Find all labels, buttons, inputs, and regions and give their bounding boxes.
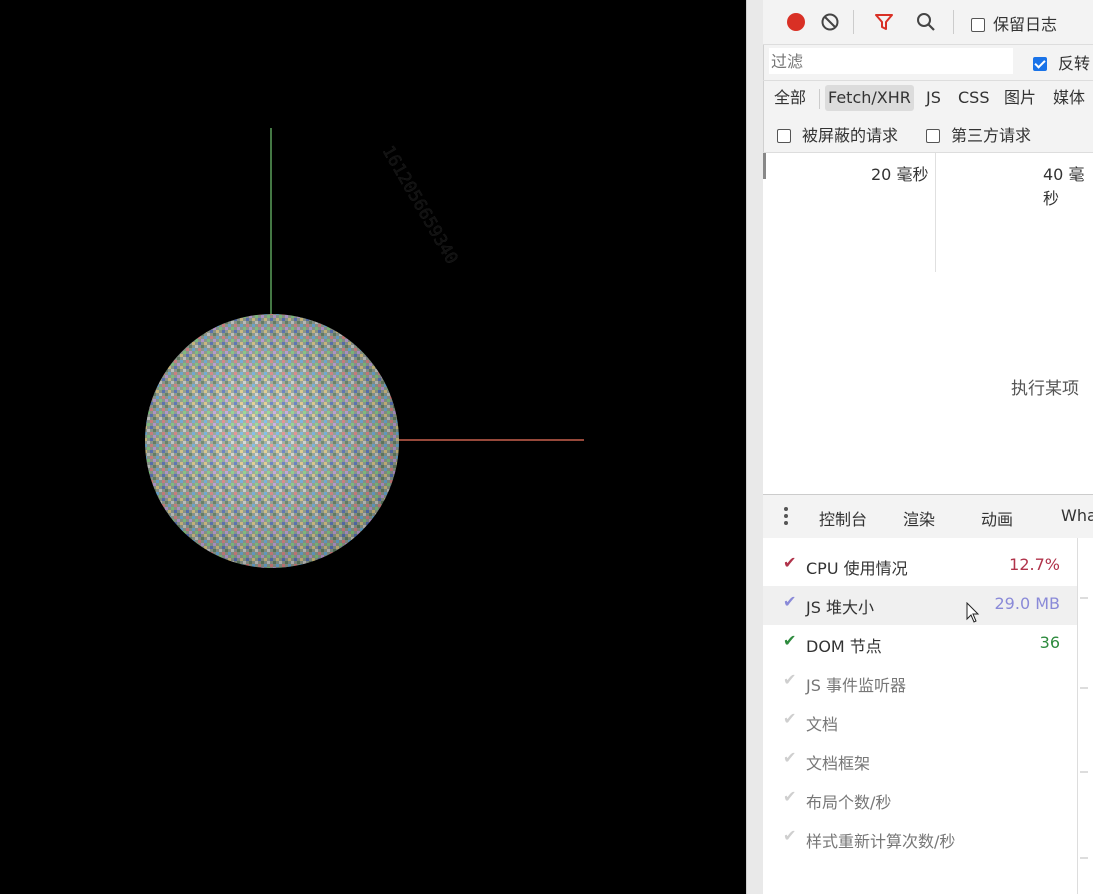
timeline-handle[interactable] <box>763 153 766 179</box>
webgl-canvas[interactable]: 1612056659340 <box>0 0 746 894</box>
performance-monitor-list: ✔ CPU 使用情况 12.7% ✔ JS 堆大小 29.0 MB ✔ DOM … <box>763 538 1078 894</box>
perf-row-frames[interactable]: ✔ 文档框架 <box>763 742 1077 781</box>
drawer-tab-rendering[interactable]: 渲染 <box>903 506 935 530</box>
drawer-tab-console[interactable]: 控制台 <box>819 506 867 530</box>
perf-label: 文档框架 <box>806 754 871 773</box>
preserve-log-checkbox[interactable] <box>971 14 985 33</box>
blocked-requests-label: 被屏蔽的请求 <box>802 126 899 145</box>
sphere-shade <box>145 314 399 568</box>
check-icon: ✔ <box>783 748 797 767</box>
perf-row-layouts[interactable]: ✔ 布局个数/秒 <box>763 781 1077 820</box>
drawer-tabbar: 控制台 渲染 动画 What's New <box>763 494 1093 540</box>
search-icon[interactable] <box>915 11 937 33</box>
perf-value: 36 <box>1039 633 1060 652</box>
type-filter-fetch-xhr[interactable]: Fetch/XHR <box>825 85 914 111</box>
blocked-requests-row: 被屏蔽的请求 第三方请求 <box>763 116 1093 152</box>
perf-label: 布局个数/秒 <box>806 793 892 812</box>
preserve-log-label: 保留日志 <box>993 15 1058 34</box>
type-filter-img[interactable]: 图片 <box>1001 85 1039 111</box>
timeline-label-20ms: 20 毫秒 <box>871 165 929 184</box>
toolbar-separator <box>953 10 954 34</box>
invert-label: 反转 <box>1058 54 1091 73</box>
scene-svg: 1612056659340 <box>145 128 584 568</box>
check-icon: ✔ <box>783 631 797 650</box>
drawer-tab-whats-new[interactable]: What's New <box>1061 506 1093 525</box>
type-separator <box>819 89 820 109</box>
drawer-tab-animations[interactable]: 动画 <box>981 506 1013 530</box>
perf-label: JS 事件监听器 <box>806 676 906 695</box>
performance-monitor-graph <box>1078 538 1093 894</box>
check-icon: ✔ <box>783 787 797 806</box>
perf-row-cpu[interactable]: ✔ CPU 使用情况 12.7% <box>763 547 1077 586</box>
type-filter-css[interactable]: CSS <box>955 85 992 111</box>
drawer-menu-icon[interactable] <box>783 505 788 531</box>
empty-state-message: 执行某项 <box>1011 379 1079 399</box>
network-request-list: 执行某项 <box>763 272 1093 494</box>
devtools-panel: 保留日志 反转 全部 Fetch/XHR JS CSS 图片 媒体 被屏蔽的请求… <box>746 0 1093 894</box>
check-icon: ✔ <box>783 553 797 572</box>
perf-row-dom-nodes[interactable]: ✔ DOM 节点 36 <box>763 625 1077 664</box>
third-party-checkbox[interactable] <box>926 125 940 144</box>
perf-label: DOM 节点 <box>806 637 882 656</box>
type-filter-all[interactable]: 全部 <box>771 85 809 111</box>
resource-type-filters: 全部 Fetch/XHR JS CSS 图片 媒体 <box>763 80 1093 116</box>
record-icon[interactable] <box>785 11 807 33</box>
filter-icon[interactable] <box>873 11 895 33</box>
perf-value: 29.0 MB <box>994 594 1061 613</box>
invert-checkbox[interactable] <box>1033 53 1047 72</box>
perf-row-js-heap[interactable]: ✔ JS 堆大小 29.0 MB <box>763 586 1077 625</box>
perf-label: 样式重新计算次数/秒 <box>806 832 956 851</box>
network-toolbar: 保留日志 <box>763 0 1093 45</box>
type-filter-js[interactable]: JS <box>923 85 944 111</box>
check-icon: ✔ <box>783 826 797 845</box>
check-icon: ✔ <box>783 709 797 728</box>
third-party-label: 第三方请求 <box>951 126 1032 145</box>
check-icon: ✔ <box>783 592 797 611</box>
filter-input[interactable] <box>769 48 1013 74</box>
network-overview-timeline[interactable]: 20 毫秒 40 毫秒 <box>763 152 1093 274</box>
timestamp-watermark: 1612056659340 <box>378 143 462 268</box>
check-icon: ✔ <box>783 670 797 689</box>
perf-label: 文档 <box>806 715 839 734</box>
timeline-gridline <box>935 153 936 273</box>
perf-label: JS 堆大小 <box>806 598 874 617</box>
perf-row-js-listeners[interactable]: ✔ JS 事件监听器 <box>763 664 1077 703</box>
timeline-label-40ms: 40 毫秒 <box>1043 165 1085 208</box>
clear-icon[interactable] <box>819 11 841 33</box>
perf-row-style-recalcs[interactable]: ✔ 样式重新计算次数/秒 <box>763 820 1077 859</box>
type-filter-media[interactable]: 媒体 <box>1050 85 1088 111</box>
filter-row: 反转 <box>763 44 1093 81</box>
toolbar-separator <box>853 10 854 34</box>
blocked-requests-checkbox[interactable] <box>777 125 791 144</box>
perf-value: 12.7% <box>1009 555 1060 574</box>
mouse-cursor-icon <box>966 602 980 623</box>
perf-row-documents[interactable]: ✔ 文档 <box>763 703 1077 742</box>
perf-label: CPU 使用情况 <box>806 559 908 578</box>
devtools-resize-strip[interactable] <box>747 0 764 894</box>
